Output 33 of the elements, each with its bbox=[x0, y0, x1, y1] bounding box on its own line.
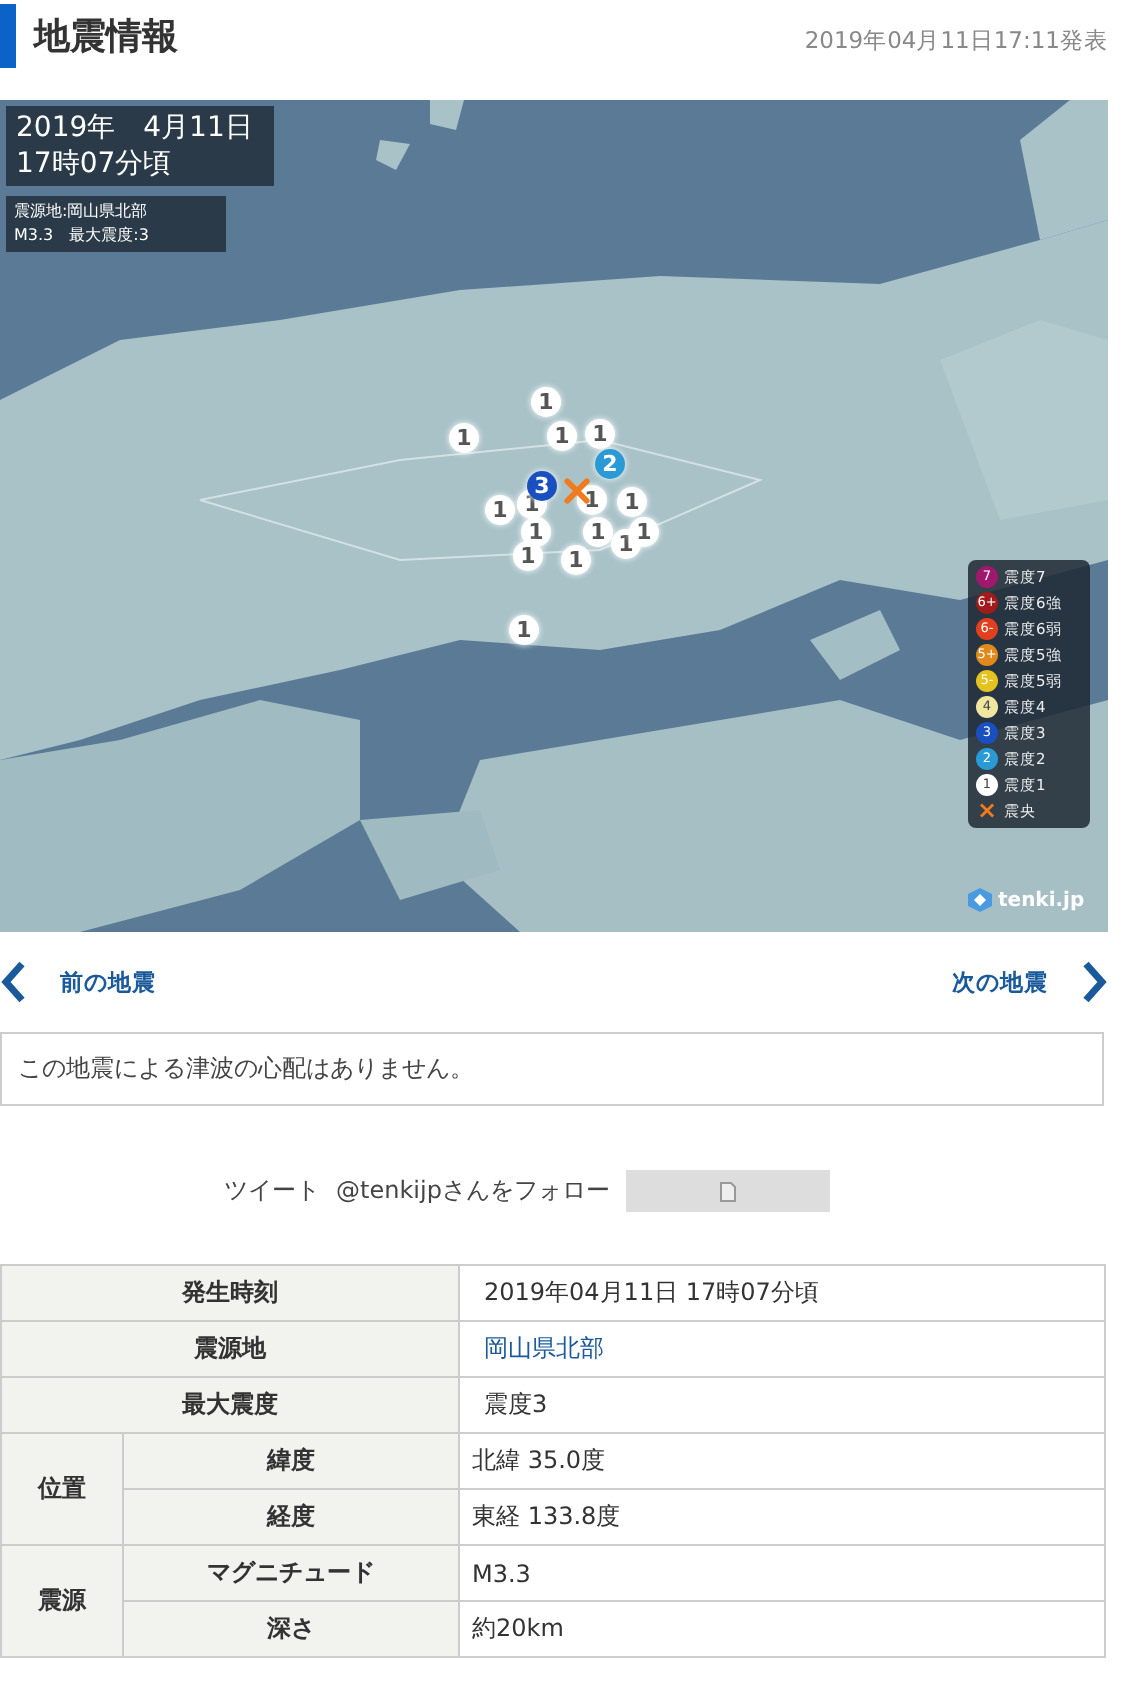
logo-icon bbox=[968, 888, 992, 912]
previous-link[interactable]: 前の地震 bbox=[0, 960, 156, 1004]
file-icon bbox=[719, 1181, 736, 1201]
info-label: 震源地:岡山県北部 M3.3 最大震度:3 bbox=[6, 196, 226, 252]
group-header: 位置 bbox=[1, 1433, 123, 1545]
table-cell: 約20km bbox=[459, 1601, 1105, 1657]
table-cell-text: 震度3 bbox=[482, 1390, 548, 1418]
page-title: 地震情報 bbox=[34, 14, 178, 60]
row-header: 緯度 bbox=[123, 1433, 459, 1489]
table-cell-text: 2019年04月11日 17時07分頃 bbox=[482, 1278, 819, 1306]
published-time: 2019年04月11日17:11発表 bbox=[804, 25, 1108, 55]
tsunami-notice: この地震による津波の心配はありません。 bbox=[0, 1032, 1104, 1106]
title-accent-bar bbox=[0, 4, 16, 68]
region-link[interactable]: 岡山県北部 bbox=[472, 1334, 604, 1362]
tweet-link[interactable]: ツイート bbox=[224, 1174, 321, 1208]
next-link[interactable]: 次の地震 bbox=[952, 960, 1108, 1004]
chevron-right-icon bbox=[1080, 960, 1108, 1004]
row-header: マグニチュード bbox=[123, 1545, 459, 1601]
chevron-left-icon bbox=[0, 960, 28, 1004]
intensity-symbol: × bbox=[976, 800, 998, 822]
row-header: 震源地 bbox=[1, 1321, 459, 1377]
table-cell: 東経 133.8度 bbox=[459, 1489, 1105, 1545]
row-header: 最大震度 bbox=[1, 1377, 459, 1433]
date-label: 2019年 4月11日 17時07分頃 bbox=[6, 106, 274, 186]
table-cell: M3.3 bbox=[459, 1545, 1105, 1601]
logo-text: tenki.jp bbox=[998, 889, 1085, 911]
row-header: 深さ bbox=[123, 1601, 459, 1657]
row-header: 発生時刻 bbox=[1, 1265, 459, 1321]
follow-link[interactable]: @tenkijpさんをフォロー bbox=[336, 1174, 610, 1208]
row-header: 経度 bbox=[123, 1489, 459, 1545]
epicenter-icon bbox=[564, 478, 590, 504]
table-cell: 北緯 35.0度 bbox=[459, 1433, 1105, 1489]
group-header: 震源 bbox=[1, 1545, 123, 1657]
